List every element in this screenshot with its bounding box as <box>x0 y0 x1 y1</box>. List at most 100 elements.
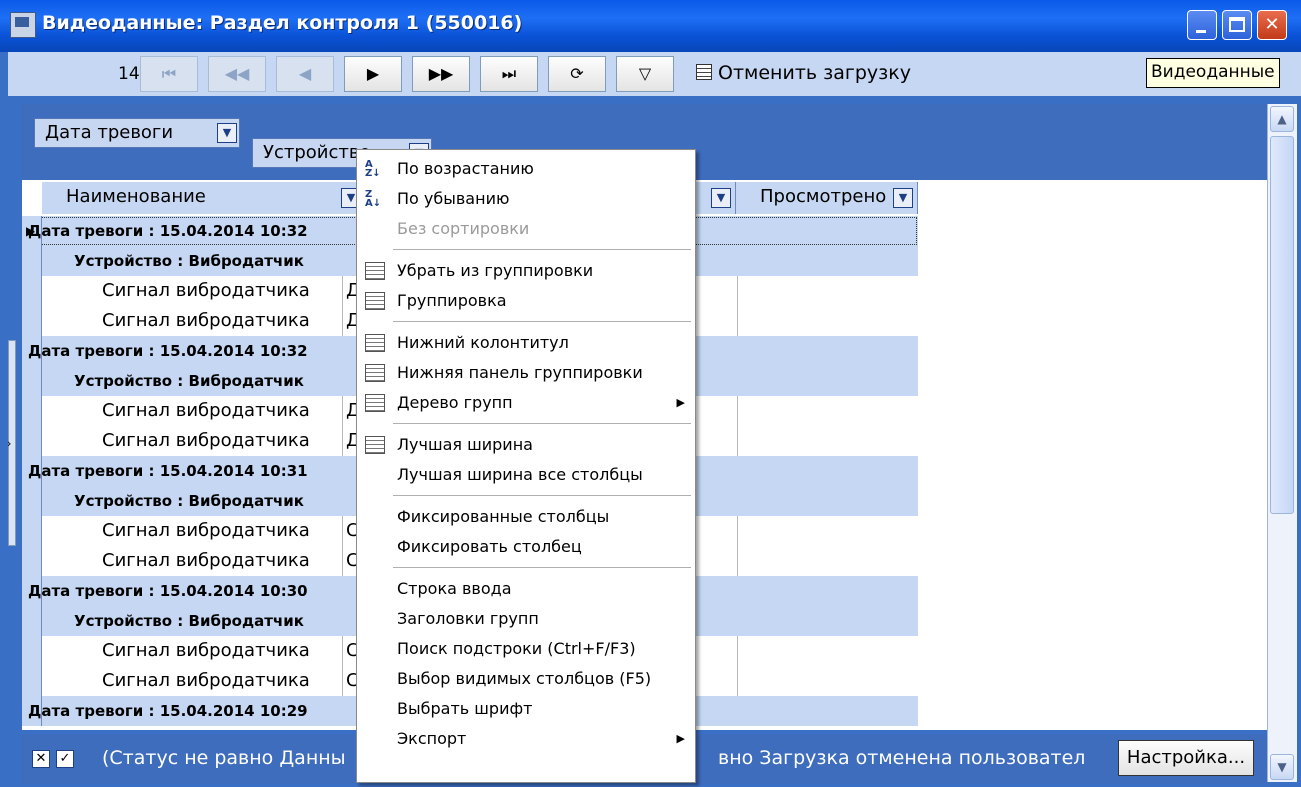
group-tree-icon <box>365 394 385 412</box>
row-indicator[interactable] <box>22 276 42 306</box>
row-indicator[interactable] <box>22 606 42 636</box>
menu-item-sort-descending[interactable]: Z A↓ По убыванию <box>357 184 695 214</box>
column-header-name[interactable]: Наименование ▼ <box>42 182 366 214</box>
filter-text-tail[interactable]: вно Загрузка отменена пользовател <box>718 747 1085 769</box>
menu-item-label: Фиксированные столбцы <box>397 507 610 526</box>
menu-item-item-14[interactable]: Фиксированные столбцы <box>357 502 695 532</box>
submenu-arrow-icon: ▶ <box>676 396 685 409</box>
menu-item-label: Строка ввода <box>397 579 512 598</box>
scroll-up-button[interactable]: ▲ <box>1270 106 1294 132</box>
column-header-viewed[interactable]: Просмотрено ▼ <box>736 182 918 214</box>
scroll-thumb[interactable] <box>1270 136 1294 514</box>
minimize-icon <box>1196 30 1206 33</box>
close-button[interactable]: ✕ <box>1257 10 1287 40</box>
row-indicator[interactable] <box>22 246 42 276</box>
cancel-load-button[interactable]: Отменить загрузку <box>696 62 911 84</box>
settings-button[interactable]: Настройка... <box>1118 740 1254 776</box>
row-indicator[interactable] <box>22 666 42 696</box>
minimize-button[interactable] <box>1187 10 1217 40</box>
menu-item-label: Лучшая ширина <box>397 435 533 454</box>
menu-separator <box>393 567 691 568</box>
cell-divider <box>342 516 343 546</box>
menu-item-item-17[interactable]: Строка ввода <box>357 574 695 604</box>
cell-divider <box>737 276 738 306</box>
menu-item-item-19[interactable]: Поиск подстроки (Ctrl+F/F3) <box>357 634 695 664</box>
menu-item-grouping[interactable]: Группировка <box>357 286 695 316</box>
menu-item-sort-ascending[interactable]: A Z↓ По возрастанию <box>357 154 695 184</box>
row-indicator[interactable] <box>22 306 42 336</box>
group-row-label: Устройство : Вибродатчик <box>74 612 304 630</box>
menu-item-best-fit[interactable]: Лучшая ширина <box>357 430 695 460</box>
next-page-button[interactable]: ▶▶ <box>412 56 470 92</box>
maximize-button[interactable] <box>1222 10 1252 40</box>
menu-item-label: По убыванию <box>397 189 510 208</box>
group-chip-label: Дата тревоги <box>45 122 174 143</box>
window-title: Видеоданные: Раздел контроля 1 (550016) <box>42 12 523 34</box>
grouping-icon <box>365 292 385 310</box>
menu-item-footer[interactable]: Нижний колонтитул <box>357 328 695 358</box>
menu-item-item-12[interactable]: Лучшая ширина все столбцы <box>357 460 695 490</box>
menu-item-label: Нижний колонтитул <box>397 333 569 352</box>
expand-arrow-icon: › <box>7 437 12 450</box>
prev-page-button[interactable]: ◀◀ <box>208 56 266 92</box>
row-indicator[interactable] <box>22 636 42 666</box>
menu-item-label: Экспорт <box>397 729 467 748</box>
menu-item-group-tree[interactable]: Дерево групп ▶ <box>357 388 695 418</box>
column-filter-icon[interactable]: ▼ <box>711 188 731 208</box>
refresh-button[interactable]: ⟳ <box>548 56 606 92</box>
group-row-label: Дата тревоги : 15.04.2014 10:32 <box>28 342 308 360</box>
first-record-button[interactable]: ⏮ <box>140 56 198 92</box>
group-chip-alarm-date[interactable]: Дата тревоги ▼ <box>34 118 240 148</box>
menu-item-ungroup[interactable]: Убрать из группировки <box>357 256 695 286</box>
prev-record-button[interactable]: ◀ <box>276 56 334 92</box>
menu-item-item-21[interactable]: Выбрать шрифт <box>357 694 695 724</box>
cell-name: Сигнал вибродатчика <box>102 400 310 421</box>
menu-item-group-footer[interactable]: Нижняя панель группировки <box>357 358 695 388</box>
tooltip: Видеоданные <box>1146 58 1280 88</box>
record-count: 14 <box>118 64 140 84</box>
cell-name: Сигнал вибродатчика <box>102 640 310 661</box>
best-fit-icon <box>365 436 385 454</box>
vertical-scrollbar[interactable]: ▲ ▼ <box>1267 104 1297 782</box>
last-record-button[interactable]: ⏭ <box>480 56 538 92</box>
row-indicator[interactable] <box>22 366 42 396</box>
next-record-button[interactable]: ▶ <box>344 56 402 92</box>
menu-item-item-2[interactable]: Без сортировки <box>357 214 695 244</box>
menu-separator <box>393 249 691 250</box>
cell-name: Сигнал вибродатчика <box>102 310 310 331</box>
menu-item-label: Поиск подстроки (Ctrl+F/F3) <box>397 639 636 658</box>
menu-separator <box>393 423 691 424</box>
group-footer-icon <box>365 364 385 382</box>
menu-item-item-22[interactable]: Экспорт ▶ <box>357 724 695 754</box>
clear-filter-checkbox[interactable]: ✕ <box>32 750 50 768</box>
table-icon <box>696 64 712 80</box>
cell-divider <box>342 546 343 576</box>
menu-item-item-15[interactable]: Фиксировать столбец <box>357 532 695 562</box>
menu-item-item-18[interactable]: Заголовки групп <box>357 604 695 634</box>
filter-button[interactable]: ▽ <box>616 56 674 92</box>
cell-divider <box>737 546 738 576</box>
scroll-down-button[interactable]: ▼ <box>1270 754 1294 780</box>
row-indicator[interactable] <box>22 546 42 576</box>
menu-item-label: Дерево групп <box>397 393 513 412</box>
group-row-label: Дата тревоги : 15.04.2014 10:30 <box>28 582 308 600</box>
row-indicator[interactable] <box>22 426 42 456</box>
group-row-label: Устройство : Вибродатчик <box>74 252 304 270</box>
next-record-icon: ▶ <box>366 64 380 83</box>
menu-item-label: Фиксировать столбец <box>397 537 582 556</box>
row-indicator[interactable] <box>22 396 42 426</box>
enable-filter-checkbox[interactable]: ✓ <box>56 750 74 768</box>
left-splitter[interactable]: › <box>7 340 16 546</box>
menu-item-item-20[interactable]: Выбор видимых столбцов (F5) <box>357 664 695 694</box>
dropdown-arrow-icon[interactable]: ▼ <box>217 123 237 143</box>
filter-text[interactable]: (Статус не равно Данны <box>102 747 346 769</box>
row-indicator[interactable] <box>22 516 42 546</box>
cell-divider <box>737 636 738 666</box>
column-filter-icon[interactable]: ▼ <box>893 188 913 208</box>
menu-item-label: Группировка <box>397 291 507 310</box>
cell-divider <box>342 396 343 426</box>
menu-item-label: Выбор видимых столбцов (F5) <box>397 669 652 688</box>
row-indicator[interactable] <box>22 486 42 516</box>
cancel-load-label: Отменить загрузку <box>718 62 911 84</box>
filter-icon: ▽ <box>638 64 652 83</box>
